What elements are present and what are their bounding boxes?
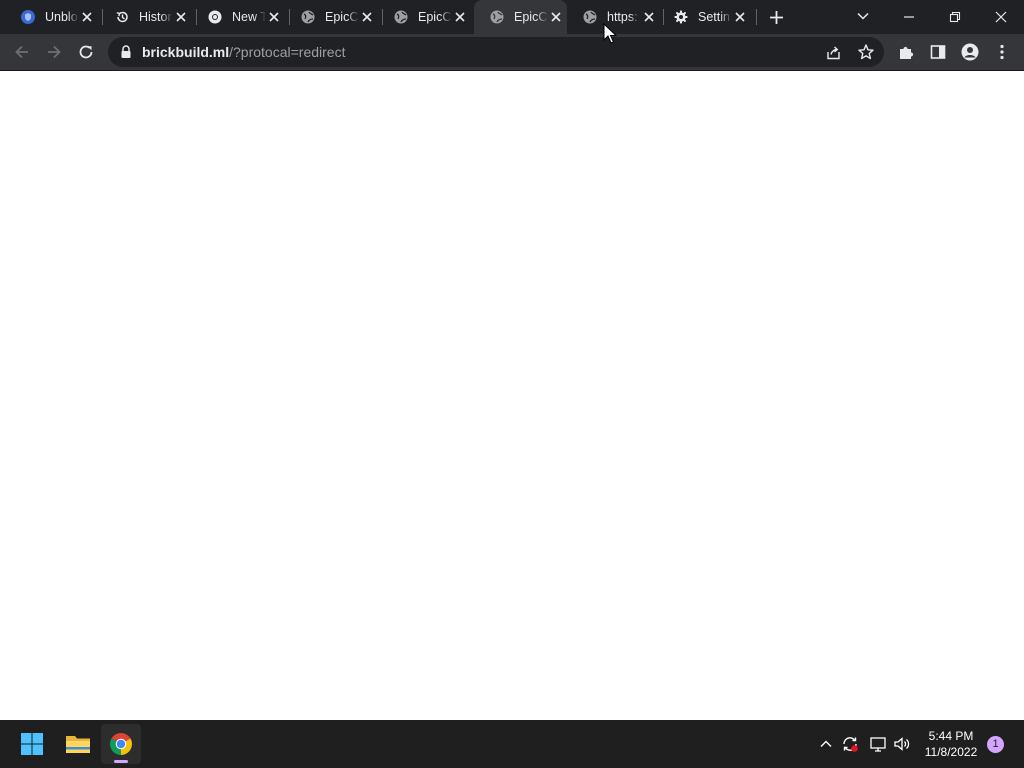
close-icon[interactable] <box>734 11 746 23</box>
tab-epic-2[interactable]: EpicC <box>378 0 471 34</box>
chrome-icon <box>208 10 222 24</box>
restore-icon <box>949 11 961 23</box>
restore-button[interactable] <box>932 0 978 34</box>
more-menu-icon[interactable] <box>993 43 1011 61</box>
browser-toolbar: brickbuild.ml/?protocal=redirect <box>0 34 1024 71</box>
close-icon[interactable] <box>550 11 562 23</box>
chrome-icon <box>110 733 132 755</box>
tab-strip: Unblo Histor New T EpicC EpicC EpicC htt… <box>0 0 1024 34</box>
tab-unblocked[interactable]: Unblo <box>5 0 98 34</box>
tab-epic-3-active[interactable]: EpicC <box>474 0 567 34</box>
gear-icon <box>674 10 688 24</box>
sync-icon[interactable] <box>841 735 859 753</box>
extensions-puzzle-icon[interactable] <box>897 43 915 61</box>
share-button[interactable] <box>825 44 842 61</box>
chevron-up-icon[interactable] <box>817 735 835 753</box>
star-icon <box>858 44 874 60</box>
globe-icon <box>301 10 315 24</box>
chrome-taskbar-button[interactable] <box>101 724 141 764</box>
close-icon <box>995 11 1007 23</box>
mouse-cursor-icon <box>603 23 617 44</box>
running-indicator <box>114 760 128 763</box>
lock-icon[interactable] <box>120 45 132 59</box>
url-host: brickbuild.ml <box>142 44 230 60</box>
tab-title: EpicC <box>514 9 548 25</box>
new-tab-button[interactable] <box>768 9 785 26</box>
tab-title: EpicC <box>325 9 359 25</box>
close-window-button[interactable] <box>978 0 1024 34</box>
tab-settings[interactable]: Settin <box>658 0 751 34</box>
close-icon[interactable] <box>361 11 373 23</box>
url-path: /?protocal=redirect <box>229 44 346 60</box>
tab-title: New T <box>232 9 266 25</box>
globe-icon <box>394 10 408 24</box>
minimize-button[interactable] <box>886 0 932 34</box>
close-icon[interactable] <box>454 11 466 23</box>
minimize-icon <box>904 16 914 18</box>
globe-icon <box>490 10 504 24</box>
bookmark-button[interactable] <box>857 43 875 61</box>
system-clock[interactable]: 5:44 PM 11/8/2022 <box>916 728 986 760</box>
url-text[interactable]: brickbuild.ml/?protocal=redirect <box>142 44 345 60</box>
clock-date: 11/8/2022 <box>924 745 978 759</box>
reload-icon[interactable] <box>77 43 95 61</box>
taskbar: 5:44 PM 11/8/2022 <box>0 720 1024 768</box>
history-icon <box>116 11 128 23</box>
close-icon[interactable] <box>643 11 655 23</box>
profile-avatar-icon[interactable] <box>961 43 979 61</box>
tab-title: Histor <box>139 9 173 25</box>
tab-new-tab[interactable]: New T <box>192 0 285 34</box>
web-page-content[interactable] <box>0 71 1024 720</box>
folder-icon <box>66 736 90 753</box>
tab-history[interactable]: Histor <box>99 0 192 34</box>
globe-icon <box>583 10 597 24</box>
close-icon[interactable] <box>81 11 93 23</box>
back-arrow-icon[interactable] <box>13 43 31 61</box>
network-icon[interactable] <box>869 735 887 753</box>
notification-badge[interactable]: 1 <box>987 736 1004 753</box>
close-icon[interactable] <box>268 11 280 23</box>
start-button[interactable] <box>12 724 52 764</box>
side-panel-icon[interactable] <box>929 43 947 61</box>
forward-arrow-icon[interactable] <box>45 43 63 61</box>
windows-start-icon <box>21 733 43 755</box>
clock-time: 5:44 PM <box>928 729 974 743</box>
tab-search-chevron-down-icon[interactable] <box>856 9 870 23</box>
address-bar[interactable]: brickbuild.ml/?protocal=redirect <box>108 37 884 67</box>
file-explorer-button[interactable] <box>57 724 97 764</box>
close-icon[interactable] <box>175 11 187 23</box>
shield-favicon-icon <box>21 10 35 24</box>
tab-epic-1[interactable]: EpicC <box>285 0 378 34</box>
tab-title: Unblo <box>45 9 79 25</box>
tab-title: EpicC <box>418 9 452 25</box>
tab-title: Settin <box>698 9 732 25</box>
share-icon <box>827 46 840 60</box>
tab-separator <box>756 9 757 25</box>
volume-icon[interactable] <box>893 735 911 753</box>
